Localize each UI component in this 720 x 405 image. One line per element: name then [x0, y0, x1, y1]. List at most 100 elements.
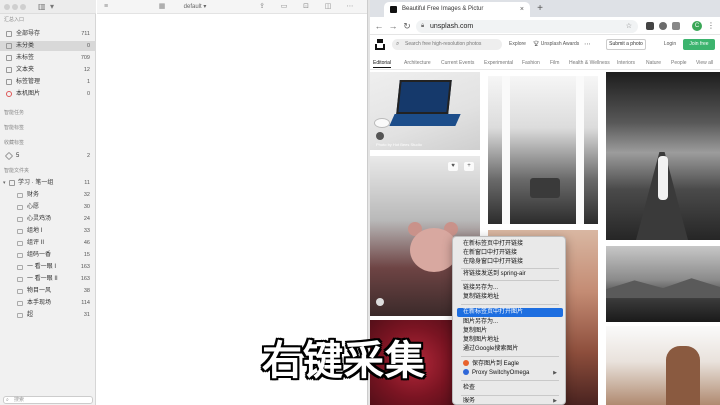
menu-inspect[interactable]: 检查 — [457, 384, 563, 393]
folder-count: 46 — [83, 240, 90, 246]
disclosure-triangle-icon[interactable]: ▾ — [3, 178, 6, 188]
menu-copy-image-address[interactable]: 复制图片地址 — [457, 336, 563, 345]
category-view-all[interactable]: View all — [696, 58, 713, 68]
sidebar-item-local-images[interactable]: 本机图片 0 — [0, 89, 96, 99]
photographer-avatar[interactable] — [376, 132, 384, 140]
reload-button[interactable]: ↻ — [401, 20, 413, 32]
folder-item[interactable]: 本手现场 114 — [0, 298, 96, 308]
back-button[interactable]: ← — [373, 20, 385, 32]
list-view-icon[interactable]: ≡ — [101, 2, 111, 12]
menu-save-link-as[interactable]: 链接另存为... — [457, 284, 563, 293]
minimize-window-button[interactable] — [12, 4, 18, 10]
category-current-events[interactable]: Current Events — [441, 58, 474, 68]
folder-item[interactable]: 一 看一眼 II 163 — [0, 274, 96, 284]
folder-item[interactable]: 组码一香 15 — [0, 250, 96, 260]
menu-save-to-eagle[interactable]: 保存图片到 Eagle — [457, 360, 563, 369]
submit-photo-button[interactable]: Submit a photo — [606, 39, 646, 50]
add-collection-icon[interactable]: + — [464, 162, 474, 171]
new-tab-button[interactable]: + — [534, 2, 546, 15]
unsplash-search-input[interactable]: ⌕ Search free high-resolution photos — [392, 39, 502, 50]
menu-open-link-incognito[interactable]: 在隐身窗口中打开链接 — [457, 258, 563, 267]
folder-group-parent[interactable]: ▾ 学习 · 笔一组 11 — [0, 178, 96, 188]
menu-open-link-new-tab[interactable]: 在新标签页中打开链接 — [457, 240, 563, 249]
menu-proxy-switchyomega[interactable]: Proxy SwitchyOmega ▶ — [457, 369, 563, 378]
forward-button[interactable]: → — [387, 20, 399, 32]
photo-hand[interactable] — [606, 326, 720, 405]
category-people[interactable]: People — [671, 58, 687, 68]
sidebar-item-count: 0 — [86, 91, 90, 97]
sidebar-item-tag-manager[interactable]: 标签管理 1 — [0, 77, 96, 87]
close-tab-icon[interactable]: × — [520, 2, 524, 17]
more-icon[interactable]: ⋯ — [345, 2, 355, 12]
menu-open-image-new-tab[interactable]: 在新标签页中打开图片 — [457, 308, 563, 317]
sidebar-item-text[interactable]: 文本夹 12 — [0, 65, 96, 75]
photo-laptop[interactable]: Photo by Hot Bees Studio — [370, 72, 480, 150]
menu-open-link-new-window[interactable]: 在新窗口中打开链接 — [457, 249, 563, 258]
menu-send-link-to-device[interactable]: 将链接发送到 spring-air — [457, 270, 563, 279]
awards-link[interactable]: 🏆︎ Unsplash Awards — [533, 40, 579, 49]
photographer-avatar[interactable] — [376, 298, 384, 306]
folder-item[interactable]: 一 看一眼 I 163 — [0, 262, 96, 272]
photo-road-person[interactable] — [606, 72, 720, 240]
category-experimental[interactable]: Experimental — [484, 58, 513, 68]
browser-tab-active[interactable]: Beautiful Free Images & Pictur × — [384, 2, 530, 17]
category-fashion[interactable]: Fashion — [522, 58, 540, 68]
extension-eagle-icon[interactable] — [646, 22, 654, 30]
folder-item[interactable]: 心灵鸡汤 24 — [0, 214, 96, 224]
panel-icon[interactable]: ◫ — [323, 2, 333, 12]
grid-icon[interactable]: ▦ — [157, 2, 167, 12]
browser-menu-icon[interactable]: ⋮ — [707, 20, 715, 32]
folder-item[interactable]: 超 31 — [0, 310, 96, 320]
extension-proxy-icon[interactable] — [659, 22, 667, 30]
section-inbox: 汇总入口 — [4, 17, 25, 23]
bookmark-star-icon[interactable]: ☆ — [626, 20, 632, 33]
chevron-down-icon[interactable]: ▾ — [50, 2, 54, 12]
folder-icon — [9, 180, 15, 186]
menu-copy-link-address[interactable]: 复制链接地址 — [457, 293, 563, 302]
sidebar-item-favorite[interactable]: 5 2 — [0, 151, 96, 161]
explore-link[interactable]: Explore — [509, 40, 526, 49]
photo-interior[interactable] — [488, 76, 598, 224]
profile-avatar[interactable]: C — [692, 21, 702, 31]
more-menu-icon[interactable]: ⋯ — [584, 40, 591, 49]
folder-label: 超 — [27, 312, 34, 318]
sidebar-item-uncategorized[interactable]: 未分类 0 — [0, 41, 96, 51]
category-nature[interactable]: Nature — [646, 58, 661, 68]
folder-item[interactable]: 物目一风 38 — [0, 286, 96, 296]
category-architecture[interactable]: Architecture — [404, 58, 431, 68]
category-interiors[interactable]: Interiors — [617, 58, 635, 68]
close-window-button[interactable] — [4, 4, 10, 10]
share-icon[interactable]: ⇪ — [257, 2, 267, 12]
sidebar-toggle-icon[interactable]: ▥ — [38, 2, 46, 12]
lock-icon[interactable]: 🔒︎ — [421, 20, 424, 33]
folder-item[interactable]: 心愿 30 — [0, 202, 96, 212]
folder-label: 组地 I — [27, 228, 43, 234]
lock-icon[interactable]: ⊡ — [301, 2, 311, 12]
category-editorial[interactable]: Editorial — [373, 58, 392, 68]
like-heart-icon[interactable]: ♥ — [448, 162, 458, 171]
sidebar-item-untagged[interactable]: 未标签 709 — [0, 53, 96, 63]
address-bar[interactable]: 🔒︎ unsplash.com ☆ — [416, 20, 638, 33]
context-menu: 在新标签页中打开链接 在新窗口中打开链接 在隐身窗口中打开链接 将链接发送到 s… — [452, 236, 566, 405]
category-film[interactable]: Film — [550, 58, 559, 68]
sidebar-item-all[interactable]: 全部导存 711 — [0, 29, 96, 39]
folder-item[interactable]: 组评 II 46 — [0, 238, 96, 248]
extensions-puzzle-icon[interactable] — [672, 22, 680, 30]
category-health[interactable]: Health & Wellness — [569, 58, 610, 68]
folder-item[interactable]: 组地 I 33 — [0, 226, 96, 236]
menu-services[interactable]: 服务 ▶ — [457, 397, 563, 405]
menu-copy-image[interactable]: 复制图片 — [457, 327, 563, 336]
zoom-window-button[interactable] — [20, 4, 26, 10]
folder-label: 心愿 — [27, 204, 40, 210]
join-free-button[interactable]: Join free — [683, 39, 715, 50]
folder-item[interactable]: 财务 32 — [0, 190, 96, 200]
login-link[interactable]: Login — [661, 40, 679, 49]
sidebar-search-input[interactable]: ⌕ 搜索 — [3, 396, 93, 404]
photo-landscape[interactable] — [606, 246, 720, 322]
layout-icon[interactable]: ▭ — [279, 2, 289, 12]
menu-search-image-google[interactable]: 通过Google搜索图片 — [457, 345, 563, 354]
library-selector[interactable]: default ▾ — [170, 2, 220, 12]
menu-save-image-as[interactable]: 图片另存为... — [457, 318, 563, 327]
section-favorite-tags: 收藏标签 — [4, 140, 25, 146]
unsplash-logo[interactable] — [375, 39, 385, 50]
